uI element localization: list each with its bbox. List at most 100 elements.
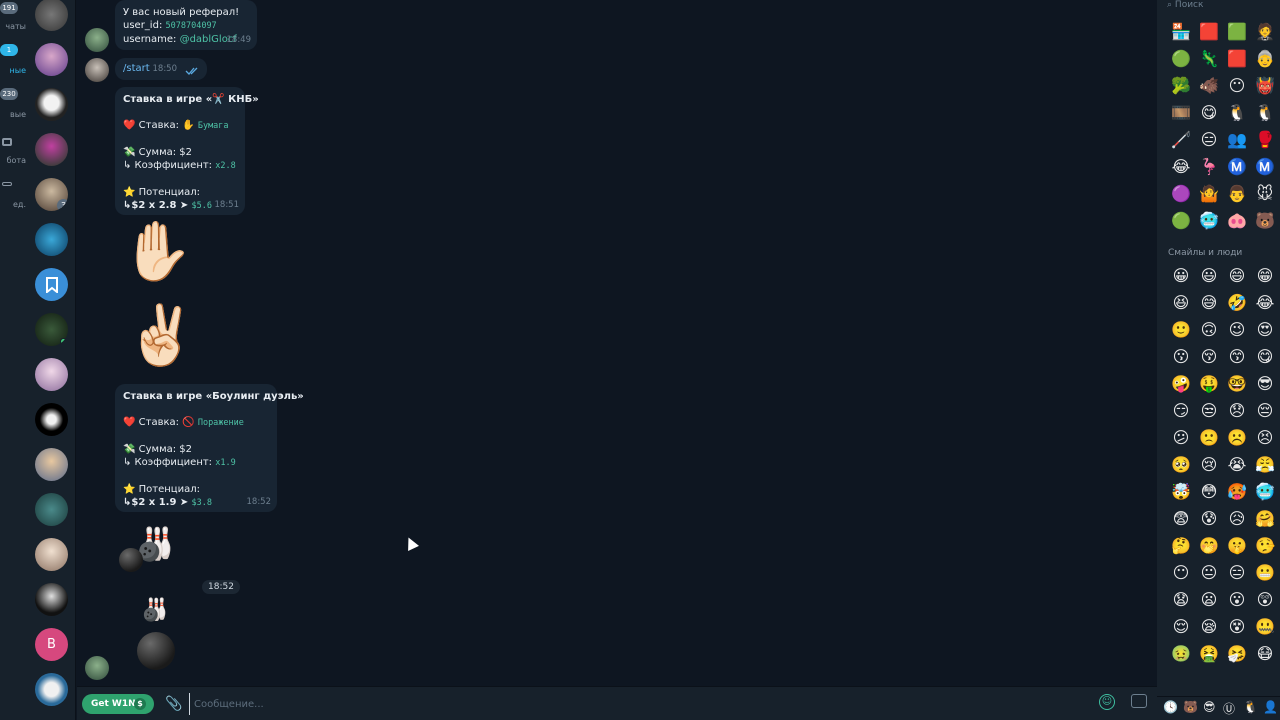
emoji-item[interactable]: 😭 xyxy=(1223,455,1251,475)
emoji-item[interactable]: 🙁 xyxy=(1195,428,1223,448)
emoji-item[interactable]: 😅 xyxy=(1195,293,1223,313)
sticker-item[interactable]: 🟥 xyxy=(1195,22,1223,42)
chat-avatar[interactable] xyxy=(35,133,68,166)
folder-edit[interactable]: ед. xyxy=(0,182,26,209)
sticker-item[interactable]: 🤵 xyxy=(1251,22,1279,42)
emoji-item[interactable]: 😦 xyxy=(1195,590,1223,610)
emoji-item[interactable]: 😍 xyxy=(1251,320,1279,340)
emoji-item[interactable]: 😕 xyxy=(1167,428,1195,448)
emoji-item[interactable]: 😵 xyxy=(1223,617,1251,637)
sticker-item[interactable]: 👵 xyxy=(1251,49,1279,69)
emoji-tab[interactable]: Ⓤ xyxy=(1223,700,1235,717)
sticker-item[interactable]: 🐽 xyxy=(1223,211,1251,231)
emoji-item[interactable]: 🤥 xyxy=(1251,536,1279,556)
emoji-item[interactable]: ☹️ xyxy=(1223,428,1251,448)
sticker-item[interactable]: Ⓜ️ xyxy=(1223,157,1251,177)
emoji-item[interactable]: 🙂 xyxy=(1167,320,1195,340)
emoji-tab[interactable]: 😎 xyxy=(1203,700,1216,714)
sender-avatar[interactable] xyxy=(85,656,109,680)
sticker-item[interactable]: 🐧 xyxy=(1251,103,1279,123)
emoji-item[interactable]: 😒 xyxy=(1195,401,1223,421)
sticker-item[interactable]: 🎞️ xyxy=(1167,103,1195,123)
sticker-item[interactable]: 🏪 xyxy=(1167,22,1195,42)
emoji-item[interactable]: 😚 xyxy=(1195,347,1223,367)
emoji-item[interactable]: 😤 xyxy=(1251,455,1279,475)
emoji-item[interactable]: 🤪 xyxy=(1167,374,1195,394)
message-input[interactable] xyxy=(189,693,1089,715)
emoji-item[interactable]: 🥺 xyxy=(1167,455,1195,475)
chat-avatar[interactable] xyxy=(35,0,68,31)
emoji-item[interactable]: 😨 xyxy=(1167,509,1195,529)
sticker-item[interactable]: 👹 xyxy=(1251,76,1279,96)
chat-avatar[interactable] xyxy=(35,313,68,346)
sticker-item[interactable]: 🥊 xyxy=(1251,130,1279,150)
emoji-item[interactable]: 🤔 xyxy=(1167,536,1195,556)
sticker-item[interactable]: 🥦 xyxy=(1167,76,1195,96)
emoji-item[interactable]: 🤐 xyxy=(1251,617,1279,637)
emoji-item[interactable]: 😐 xyxy=(1195,563,1223,583)
sticker-item[interactable]: 👥 xyxy=(1223,130,1251,150)
chat-avatar[interactable] xyxy=(35,583,68,616)
emoji-item[interactable]: 😲 xyxy=(1251,590,1279,610)
emoji-item[interactable]: 😃 xyxy=(1195,266,1223,286)
sticker-item[interactable]: 🤷 xyxy=(1195,184,1223,204)
emoji-item[interactable]: 😉 xyxy=(1223,320,1251,340)
emoji-item[interactable]: 🤮 xyxy=(1195,644,1223,664)
sticker-item[interactable]: 🟣 xyxy=(1167,184,1195,204)
paperclip-icon[interactable]: 📎 xyxy=(165,696,182,712)
emoji-item[interactable]: 😑 xyxy=(1223,563,1251,583)
emoji-item[interactable]: 😂 xyxy=(1251,293,1279,313)
chat-avatar[interactable] xyxy=(35,88,68,121)
sticker-item[interactable]: 🟥 xyxy=(1223,49,1251,69)
chat-avatar[interactable] xyxy=(35,223,68,256)
sticker-item[interactable]: 🦩 xyxy=(1195,157,1223,177)
emoji-tab[interactable]: 👤 xyxy=(1263,700,1278,714)
emoji-item[interactable]: 🤓 xyxy=(1223,374,1251,394)
emoji-item[interactable]: 😪 xyxy=(1195,617,1223,637)
emoji-item[interactable]: 😌 xyxy=(1167,617,1195,637)
emoji-item[interactable]: 😰 xyxy=(1195,509,1223,529)
chat-avatar[interactable] xyxy=(35,673,68,706)
emoji-item[interactable]: 😎 xyxy=(1251,374,1279,394)
sticker-item[interactable]: 😶 xyxy=(1223,76,1251,96)
sticker-item[interactable]: 🟩 xyxy=(1223,22,1251,42)
emoji-item[interactable]: 😀 xyxy=(1167,266,1195,286)
chat-avatar[interactable] xyxy=(35,403,68,436)
emoji-item[interactable]: 😷 xyxy=(1251,644,1279,664)
sticker-item[interactable]: 🐧 xyxy=(1223,103,1251,123)
letter-avatar[interactable]: B xyxy=(35,628,68,661)
sticker-item[interactable]: 🟢 xyxy=(1167,211,1195,231)
emoji-item[interactable]: 🤗 xyxy=(1251,509,1279,529)
emoji-item[interactable]: 😁 xyxy=(1251,266,1279,286)
emoji-item[interactable]: 😧 xyxy=(1167,590,1195,610)
emoji-item[interactable]: 🙃 xyxy=(1195,320,1223,340)
folder-bots[interactable]: бота xyxy=(0,138,26,165)
chat-avatar[interactable] xyxy=(35,493,68,526)
sticker-item[interactable]: 🥶 xyxy=(1195,211,1223,231)
chat-avatar[interactable] xyxy=(35,43,68,76)
emoji-item[interactable]: 🤢 xyxy=(1167,644,1195,664)
emoji-item[interactable]: 😄 xyxy=(1223,266,1251,286)
sticker-item[interactable]: 👨 xyxy=(1223,184,1251,204)
sticker-item[interactable]: 🟢 xyxy=(1167,49,1195,69)
emoji-search[interactable]: ⌕ Поиск xyxy=(1167,0,1203,10)
emoji-item[interactable]: 😔 xyxy=(1251,401,1279,421)
bot-menu-button[interactable]: Get W1N $ xyxy=(82,694,154,714)
emoji-item[interactable]: 😥 xyxy=(1223,509,1251,529)
emoji-item[interactable]: 😬 xyxy=(1251,563,1279,583)
emoji-item[interactable]: 🤯 xyxy=(1167,482,1195,502)
chat-avatar[interactable] xyxy=(35,448,68,481)
chat-avatar[interactable]: 3 xyxy=(35,178,68,211)
emoji-item[interactable]: 🤭 xyxy=(1195,536,1223,556)
sticker-item[interactable]: 😑 xyxy=(1195,130,1223,150)
emoji-item[interactable]: 😢 xyxy=(1195,455,1223,475)
saved-messages-avatar[interactable] xyxy=(35,268,68,301)
emoji-item[interactable]: 😏 xyxy=(1167,401,1195,421)
sticker-item[interactable]: 🐭 xyxy=(1251,184,1279,204)
emoji-item[interactable]: 😋 xyxy=(1251,347,1279,367)
emoji-item[interactable]: 😳 xyxy=(1195,482,1223,502)
camera-icon[interactable] xyxy=(1131,694,1147,708)
emoji-item[interactable]: 🤧 xyxy=(1223,644,1251,664)
start-command[interactable]: /start xyxy=(123,63,150,74)
sticker-item[interactable]: 🐻 xyxy=(1251,211,1279,231)
